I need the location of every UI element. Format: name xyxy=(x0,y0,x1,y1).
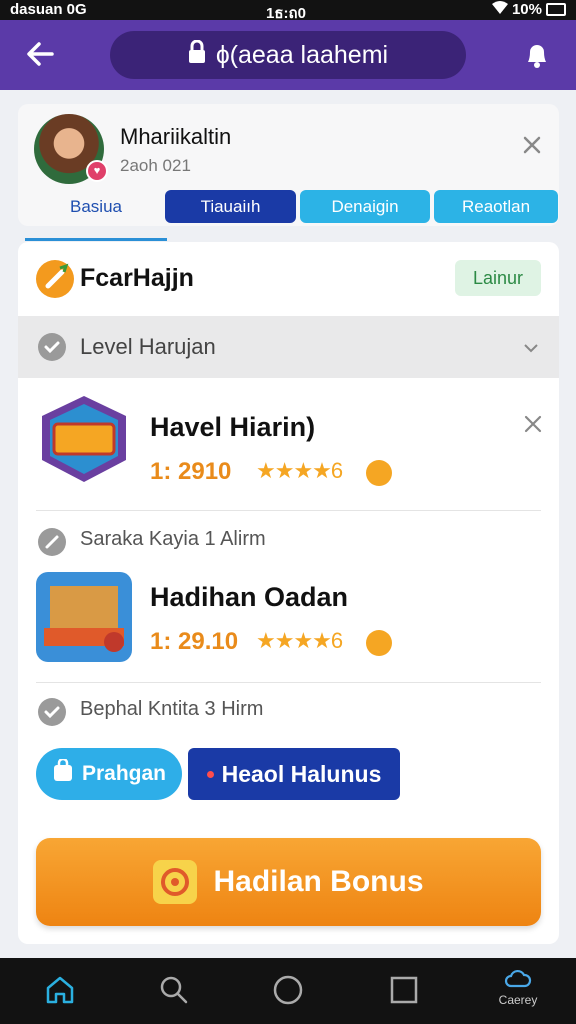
close-icon[interactable] xyxy=(521,134,543,156)
carrier-label: dasuan 0G xyxy=(10,1,87,18)
search-icon[interactable] xyxy=(158,974,190,1006)
game-rating: 1: 29.10 xyxy=(150,628,239,655)
meta-row: Saraka Kayia 1 Alirm xyxy=(18,516,559,564)
recent-apps-icon[interactable] xyxy=(388,974,420,1006)
battery-icon xyxy=(546,3,566,16)
meta-label: Saraka Kayia 1 Alirm xyxy=(80,528,266,550)
notification-bell-icon[interactable] xyxy=(522,40,552,70)
caerey-label: Caerey xyxy=(498,993,538,1007)
level-label: Level Harujan xyxy=(80,334,216,359)
coin-icon xyxy=(366,630,392,656)
edit-icon xyxy=(38,528,66,556)
meta-label: Bephal Kntita 3 Hirm xyxy=(80,698,264,720)
home-circle-icon[interactable] xyxy=(272,974,304,1006)
section-title: FcarHajjn xyxy=(80,264,194,292)
tab-denaigin[interactable]: Denaigin xyxy=(300,190,430,223)
section-header: FcarHajjn Lainur xyxy=(18,242,559,316)
tab-basiua[interactable]: Basiua xyxy=(26,190,166,223)
top-bar: ɸ(aeaa laahemi xyxy=(0,20,576,90)
game-thumbnail xyxy=(36,572,132,662)
prahgan-button[interactable]: Prahgan xyxy=(36,748,182,800)
rating-extra: 6 xyxy=(330,628,343,653)
bonus-label: Hadilan Bonus xyxy=(213,865,424,898)
prahgan-label: Prahgan xyxy=(81,762,167,785)
game-item[interactable]: Havel Hiarin) 1: 2910 ★★★★6 xyxy=(18,394,559,506)
back-arrow-icon[interactable] xyxy=(24,38,56,70)
game-rating: 1: 2910 xyxy=(150,458,232,485)
rating-extra: 6 xyxy=(330,458,343,483)
game-title: Havel Hiarin) xyxy=(150,412,316,442)
check-icon xyxy=(38,333,66,361)
cloud-icon xyxy=(504,969,532,994)
home-icon[interactable] xyxy=(44,974,76,1006)
active-tab-indicator xyxy=(25,238,167,241)
star-rating-icon: ★★★★6 xyxy=(256,458,343,484)
status-badge[interactable]: Lainur xyxy=(455,260,541,296)
star-glyphs: ★★★★ xyxy=(256,458,332,483)
bottom-nav: Caerey xyxy=(0,958,576,1024)
close-icon[interactable] xyxy=(523,414,543,434)
game-item[interactable]: Hadihan Oadan 1: 29.10 ★★★★6 xyxy=(18,566,559,678)
dot-icon xyxy=(206,770,214,778)
star-rating-icon: ★★★★6 xyxy=(256,628,343,654)
coin-icon xyxy=(366,460,392,486)
profile-subtitle: 2aoh 021 xyxy=(120,156,191,175)
profile-tabs: Basiua Tiauaiıh Denaigin Reaotlan xyxy=(26,190,558,224)
url-bar[interactable]: ɸ(aeaa laahemi xyxy=(110,31,466,79)
profile-card: ♥ Mhariikaltin 2aoh 021 Basiua Tiauaiıh … xyxy=(18,104,559,226)
profile-name: Mhariikaltin xyxy=(120,124,232,149)
gift-icon xyxy=(153,860,198,904)
game-thumbnail xyxy=(36,394,132,484)
status-bar: dasuan 0G 1ธ:ถ0 10% xyxy=(0,0,576,22)
verified-badge-icon: ♥ xyxy=(86,160,108,182)
battery-percent: 10% xyxy=(511,1,542,18)
carrot-logo-icon xyxy=(36,260,74,298)
heaol-label: Heaol Halunus xyxy=(221,760,382,787)
battery-status: 10% xyxy=(491,1,566,18)
level-row[interactable]: Level Harujan xyxy=(18,316,559,378)
divider xyxy=(36,682,541,683)
wifi-icon xyxy=(491,1,508,18)
meta-row: Bephal Kntita 3 Hirm xyxy=(18,686,559,734)
tab-tiauaih[interactable]: Tiauaiıh xyxy=(165,190,296,223)
main-card: FcarHajjn Lainur Level Harujan Havel Hia… xyxy=(18,242,559,944)
action-buttons: Prahgan Heaol Halunus xyxy=(18,748,559,804)
heaol-halunus-button[interactable]: Heaol Halunus xyxy=(188,748,400,800)
caerey-nav-item[interactable]: Caerey xyxy=(496,968,540,1014)
check-icon xyxy=(38,698,66,726)
lock-icon xyxy=(188,39,206,71)
bag-icon xyxy=(52,757,74,789)
divider xyxy=(36,510,541,511)
tab-reaotlan[interactable]: Reaotlan xyxy=(434,190,558,223)
url-text: ɸ(aeaa laahemi xyxy=(215,40,389,69)
game-title: Hadihan Oadan xyxy=(150,582,349,612)
chevron-down-icon[interactable] xyxy=(521,338,541,358)
star-glyphs: ★★★★ xyxy=(256,628,332,653)
bonus-button[interactable]: Hadilan Bonus xyxy=(36,838,541,926)
